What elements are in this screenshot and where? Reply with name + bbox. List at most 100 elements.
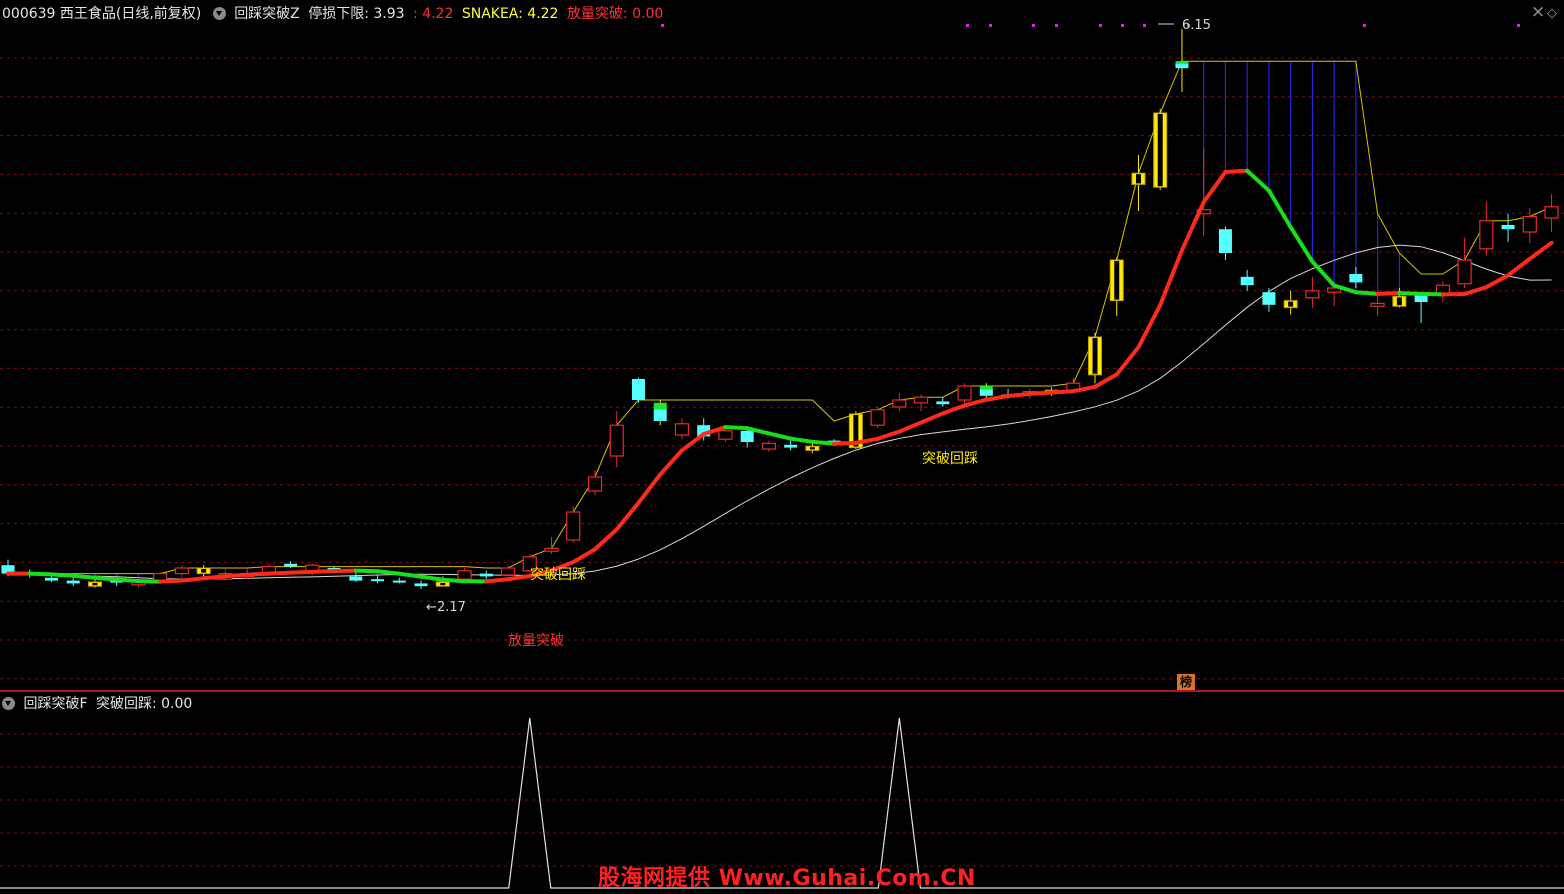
snake-line-segment (1095, 374, 1117, 387)
candle (371, 575, 384, 583)
candle-body (762, 443, 775, 449)
candle (588, 470, 601, 495)
signal-dot (989, 24, 992, 27)
candle (545, 537, 558, 554)
candle (67, 578, 80, 586)
candle-body (1480, 221, 1493, 249)
snake-line-segment (138, 581, 160, 582)
candle-body (632, 379, 645, 400)
signal-dot (1143, 24, 1146, 27)
break-pullback-value: 突破回踩: 0.00 (96, 696, 192, 712)
diamond-icon[interactable]: ◇ (1547, 6, 1557, 21)
candle-body (415, 583, 428, 586)
volume-breakout-value: 放量突破: 0.00 (567, 6, 663, 22)
candle (762, 441, 775, 452)
candle (393, 578, 406, 584)
rank-badge[interactable]: 榜 (1177, 674, 1195, 690)
candle-body (958, 386, 971, 400)
candle (349, 572, 362, 582)
candle-body (545, 548, 558, 551)
snake-line-segment (791, 439, 813, 442)
candle-body-inner (1093, 338, 1098, 374)
candle (1110, 257, 1123, 316)
snake-line-segment (769, 433, 791, 438)
candle-body-inner (1114, 261, 1119, 300)
candle-body-inner (440, 583, 445, 585)
candle (1371, 295, 1384, 316)
break-pullback-label: 突破回踩 (922, 451, 978, 467)
candle (675, 418, 688, 439)
candle (1458, 238, 1471, 288)
snake-line-segment (1312, 262, 1334, 286)
slow-average-line (8, 245, 1552, 579)
snake-line-segment (312, 571, 334, 572)
candle-body (393, 581, 406, 583)
snake-line-segment (1486, 275, 1508, 287)
candle-body (1523, 217, 1536, 232)
snake-line-segment (595, 529, 617, 549)
snake-line-segment (638, 474, 660, 502)
candle (1154, 109, 1167, 190)
candle-body (893, 400, 906, 407)
snake-line-segment (73, 576, 95, 578)
snake-line-segment (30, 574, 52, 575)
snake-line-segment (1508, 259, 1530, 276)
sub-header: 回踩突破F 突破回踩: 0.00 (2, 695, 196, 713)
high-price-label: 6.15 (1182, 18, 1211, 33)
snake-line-segment (986, 396, 1008, 400)
snake-line-segment (486, 579, 508, 581)
signal-dot (966, 24, 969, 27)
snake-line-segment (1269, 191, 1291, 228)
snake-line-segment (1291, 227, 1313, 261)
candle-body (719, 431, 732, 439)
candle (1545, 194, 1558, 232)
stop-loss-value: : 4.22 (413, 6, 453, 22)
snake-line-segment (160, 581, 182, 582)
candle-body (67, 581, 80, 584)
candle-body (1545, 207, 1558, 218)
candle (1306, 277, 1319, 308)
main-chart-panel[interactable]: 6.15←2.17突破回踩突破回踩放量突破 000639 西王食品(日线,前复权… (0, 0, 1564, 690)
candle-body (654, 409, 667, 421)
candle (415, 581, 428, 589)
snake-line-segment (1008, 394, 1030, 396)
snake-line-segment (204, 576, 226, 578)
stop-loss-label: 停损下限: 3.93 (308, 6, 404, 22)
snake-line-segment (1182, 202, 1204, 250)
candlestick-chart[interactable]: 6.15←2.17突破回踩突破回踩放量突破 (0, 0, 1564, 690)
close-icon[interactable]: × (1531, 2, 1545, 22)
snake-line-segment (269, 573, 291, 574)
candle-body (871, 410, 884, 425)
sub-indicator-dropdown-icon[interactable] (2, 697, 15, 710)
low-price-label: ←2.17 (426, 600, 466, 615)
snake-line-segment (1225, 171, 1247, 172)
candle-body (284, 564, 297, 567)
signal-dot (1517, 24, 1520, 27)
snakea-value: SNAKEA: 4.22 (462, 6, 559, 22)
snake-line-segment (182, 578, 204, 580)
candle-body (480, 574, 493, 577)
signal-dot (1363, 24, 1366, 27)
break-pullback-label: 突破回踩 (530, 567, 586, 583)
snake-line-segment (443, 580, 465, 581)
snake-line-segment (1204, 172, 1226, 202)
snake-line-segment (899, 423, 921, 432)
candle (915, 394, 928, 411)
candle-body (1349, 274, 1362, 282)
snake-line-segment (1138, 305, 1160, 347)
snake-line-segment (1052, 391, 1074, 392)
candle-body (1415, 295, 1428, 302)
candle-body (1219, 229, 1232, 253)
indicator-dropdown-icon[interactable] (213, 7, 226, 20)
main-header: 000639 西王食品(日线,前复权) 回踩突破Z 停损下限: 3.93 : 4… (2, 5, 667, 23)
candle (936, 397, 949, 407)
snake-line-segment (1247, 171, 1269, 191)
candle-body (784, 445, 797, 448)
snake-line-segment (878, 432, 900, 439)
candle-body (1175, 64, 1188, 69)
snake-line-segment (1465, 287, 1487, 294)
candle-body-inner (1158, 114, 1163, 186)
snake-line-segment (834, 443, 856, 444)
snake-line-segment (51, 574, 73, 575)
candle (1219, 226, 1232, 260)
